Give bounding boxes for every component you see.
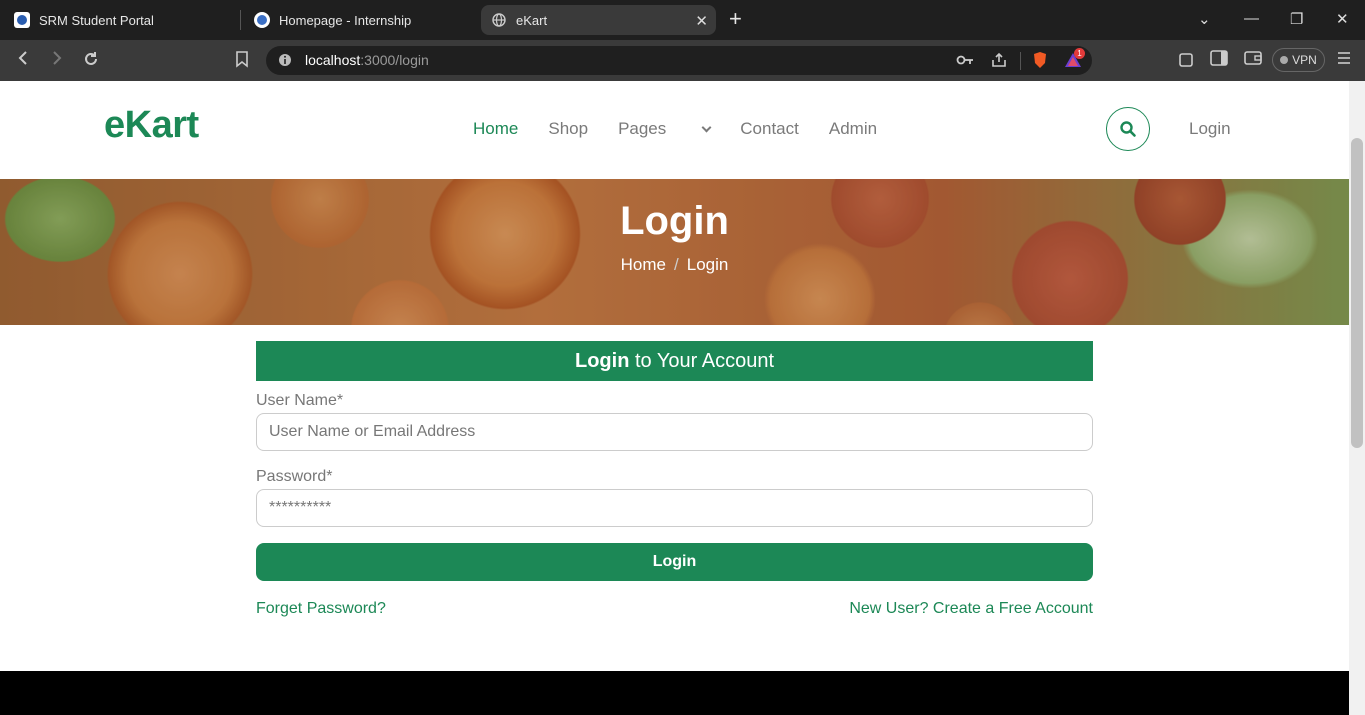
- back-icon[interactable]: [16, 50, 30, 71]
- menu-icon[interactable]: [1337, 50, 1351, 70]
- share-icon[interactable]: [991, 52, 1007, 73]
- brave-rewards-icon[interactable]: 1: [1064, 48, 1085, 73]
- username-input[interactable]: User Name or Email Address: [256, 413, 1093, 451]
- scrollbar-thumb[interactable]: [1351, 138, 1363, 448]
- main-menu: Home Shop Pages Contact Admin: [473, 119, 907, 139]
- restore-icon[interactable]: ❐: [1290, 10, 1303, 28]
- form-heading-rest: to Your Account: [629, 350, 774, 372]
- browser-tab-bar: SRM Student Portal Homepage - Internship…: [0, 0, 1365, 40]
- bookmark-icon[interactable]: [235, 50, 249, 73]
- omnibox-divider: [1020, 52, 1021, 70]
- login-link[interactable]: Login: [1189, 119, 1231, 139]
- nav-item-pages-label: Pages: [618, 119, 667, 138]
- url-path: :3000/login: [360, 52, 429, 68]
- address-bar[interactable]: localhost:3000/login 1: [266, 46, 1092, 75]
- sidebar-icon[interactable]: [1210, 50, 1228, 71]
- reload-icon[interactable]: [82, 50, 100, 73]
- create-account-link[interactable]: New User? Create a Free Account: [849, 600, 1093, 618]
- close-tab-icon[interactable]: ✕: [695, 12, 708, 30]
- password-input[interactable]: **********: [256, 489, 1093, 527]
- minimize-icon[interactable]: —: [1244, 10, 1259, 27]
- tab-internship[interactable]: Homepage - Internship: [244, 5, 476, 35]
- tab-separator: [240, 10, 241, 30]
- tab-title: Homepage - Internship: [279, 12, 412, 28]
- notification-badge: 1: [1074, 48, 1085, 59]
- globe-icon: [491, 12, 507, 28]
- form-heading: Login to Your Account: [256, 341, 1093, 381]
- login-button[interactable]: Login: [256, 543, 1093, 581]
- tab-title: eKart: [516, 12, 548, 28]
- page-title: Login: [620, 199, 729, 243]
- tab-search-chevron-icon[interactable]: ⌄: [1198, 10, 1211, 28]
- password-label: Password*: [256, 468, 333, 485]
- tab-title: SRM Student Portal: [39, 12, 154, 28]
- url-text[interactable]: localhost:3000/login: [305, 52, 429, 68]
- login-form: Login to Your Account User Name* User Na…: [256, 341, 1093, 618]
- close-window-icon[interactable]: ✕: [1336, 10, 1349, 28]
- nav-item-admin[interactable]: Admin: [829, 119, 877, 139]
- wallet-icon[interactable]: [1244, 50, 1262, 71]
- search-icon: [1120, 121, 1136, 137]
- breadcrumb-home[interactable]: Home: [621, 255, 666, 274]
- breadcrumb: Home / Login: [0, 255, 1349, 275]
- hero-banner: Login Home / Login: [0, 179, 1349, 325]
- brave-shields-icon[interactable]: [1032, 51, 1048, 74]
- url-host: localhost: [305, 52, 361, 68]
- key-icon[interactable]: [956, 53, 974, 72]
- breadcrumb-current: Login: [686, 255, 729, 274]
- extensions-icon[interactable]: [1178, 50, 1196, 73]
- form-links: Forget Password? New User? Create a Free…: [256, 600, 1093, 618]
- forgot-password-link[interactable]: Forget Password?: [256, 600, 386, 618]
- site-logo[interactable]: eKart: [104, 104, 199, 147]
- nav-item-pages[interactable]: Pages: [618, 119, 712, 139]
- form-heading-bold: Login: [575, 350, 630, 372]
- tab-srm-student-portal[interactable]: SRM Student Portal: [4, 5, 236, 35]
- breadcrumb-separator: /: [674, 255, 679, 274]
- nav-item-contact[interactable]: Contact: [740, 119, 799, 139]
- srm-logo-icon: [14, 12, 30, 28]
- site-navbar: eKart Home Shop Pages Contact Admin Logi…: [0, 81, 1349, 179]
- nav-item-shop[interactable]: Shop: [548, 119, 588, 139]
- site-info-icon[interactable]: [278, 53, 292, 72]
- vpn-label: VPN: [1292, 53, 1317, 67]
- vpn-status-icon: [1280, 56, 1289, 64]
- new-tab-icon[interactable]: +: [729, 8, 742, 30]
- forward-icon[interactable]: [50, 50, 64, 71]
- internship-logo-icon: [254, 12, 270, 28]
- vpn-button[interactable]: VPN: [1272, 48, 1325, 72]
- nav-item-home[interactable]: Home: [473, 119, 518, 139]
- chevron-down-icon: [701, 122, 712, 133]
- username-label: User Name*: [256, 392, 344, 409]
- search-button[interactable]: [1106, 107, 1150, 151]
- tab-ekart[interactable]: eKart ✕: [481, 5, 716, 35]
- site-footer: [0, 671, 1349, 715]
- web-page: eKart Home Shop Pages Contact Admin Logi…: [0, 81, 1349, 715]
